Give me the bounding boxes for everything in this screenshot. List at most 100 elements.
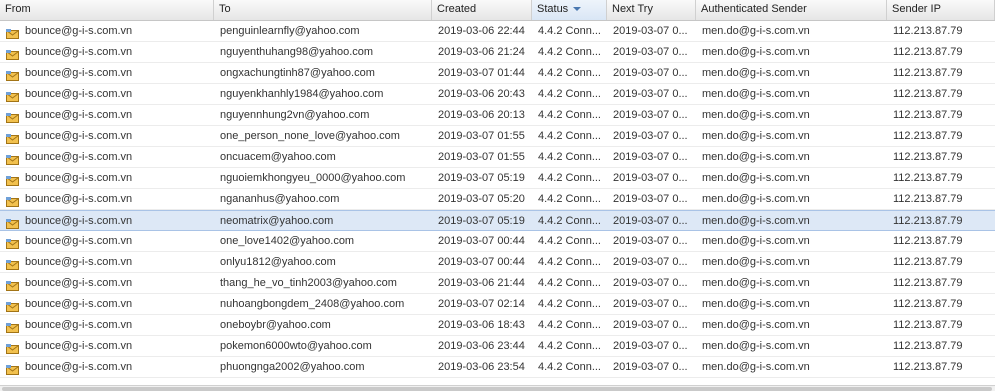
column-header-from[interactable]: From	[0, 0, 214, 20]
cell-to: nguyenkhanhly1984@yahoo.com	[220, 88, 384, 100]
table-row[interactable]: bounce@g-i-s.com.vn nguyennhung2vn@yahoo.…	[0, 105, 995, 126]
cell-from: bounce@g-i-s.com.vn	[0, 273, 214, 293]
table-row[interactable]: bounce@g-i-s.com.vn nuhoangbongdem_2408@y…	[0, 294, 995, 315]
cell-authenticated-sender: men.do@g-i-s.com.vn	[702, 172, 810, 184]
cell-sender-ip: 112.213.87.79	[893, 361, 963, 373]
cell-to: penguinlearnfly@yahoo.com	[220, 25, 360, 37]
table-row[interactable]: bounce@g-i-s.com.vn nguoiemkhongyeu_0000@…	[0, 168, 995, 189]
from-text: bounce@g-i-s.com.vn	[25, 193, 133, 205]
cell-status: 4.4.2 Conn...	[538, 298, 601, 310]
from-text: bounce@g-i-s.com.vn	[25, 235, 133, 247]
table-row[interactable]: bounce@g-i-s.com.vn neomatrix@yahoo.com 20…	[0, 210, 995, 231]
mail-queue-icon	[6, 216, 19, 229]
cell-status: 4.4.2 Conn...	[538, 25, 601, 37]
cell-authenticated-sender: men.do@g-i-s.com.vn	[702, 235, 810, 247]
from-text: bounce@g-i-s.com.vn	[25, 361, 133, 373]
cell-authenticated-sender: men.do@g-i-s.com.vn	[702, 193, 810, 205]
from-text: bounce@g-i-s.com.vn	[25, 88, 133, 100]
cell-authenticated-sender: men.do@g-i-s.com.vn	[702, 298, 810, 310]
cell-status: 4.4.2 Conn...	[538, 88, 601, 100]
cell-to: one_love1402@yahoo.com	[220, 235, 355, 247]
cell-from: bounce@g-i-s.com.vn	[0, 84, 214, 104]
cell-created: 2019-03-07 01:55	[438, 130, 525, 142]
cell-from: bounce@g-i-s.com.vn	[0, 315, 214, 335]
cell-authenticated-sender: men.do@g-i-s.com.vn	[702, 151, 810, 163]
cell-from: bounce@g-i-s.com.vn	[0, 231, 214, 251]
cell-from: bounce@g-i-s.com.vn	[0, 252, 214, 272]
table-row[interactable]: bounce@g-i-s.com.vn phuongnga2002@yahoo.c…	[0, 357, 995, 378]
cell-sender-ip: 112.213.87.79	[893, 256, 963, 268]
table-row[interactable]: bounce@g-i-s.com.vn nguyenkhanhly1984@yah…	[0, 84, 995, 105]
table-row[interactable]: bounce@g-i-s.com.vn oncuacem@yahoo.com 201…	[0, 147, 995, 168]
cell-created: 2019-03-06 23:44	[438, 340, 525, 352]
cell-created: 2019-03-06 20:43	[438, 88, 525, 100]
cell-sender-ip: 112.213.87.79	[893, 235, 963, 247]
cell-next-try: 2019-03-07 0...	[613, 361, 688, 373]
column-header-next-try[interactable]: Next Try	[607, 0, 696, 20]
cell-sender-ip: 112.213.87.79	[893, 151, 963, 163]
cell-sender-ip: 112.213.87.79	[893, 298, 963, 310]
column-header-created[interactable]: Created	[432, 0, 532, 20]
cell-to: oneboybr@yahoo.com	[220, 319, 331, 331]
cell-next-try: 2019-03-07 0...	[613, 340, 688, 352]
cell-next-try: 2019-03-07 0...	[613, 88, 688, 100]
from-text: bounce@g-i-s.com.vn	[25, 256, 133, 268]
table-row[interactable]: bounce@g-i-s.com.vn thang_he_vo_tinh2003@…	[0, 273, 995, 294]
cell-next-try: 2019-03-07 0...	[613, 151, 688, 163]
cell-status: 4.4.2 Conn...	[538, 130, 601, 142]
cell-created: 2019-03-07 01:44	[438, 67, 525, 79]
cell-next-try: 2019-03-07 0...	[613, 46, 688, 58]
table-row[interactable]: bounce@g-i-s.com.vn one_love1402@yahoo.co…	[0, 231, 995, 252]
cell-next-try: 2019-03-07 0...	[613, 256, 688, 268]
table-row[interactable]: bounce@g-i-s.com.vn onlyu1812@yahoo.com 20…	[0, 252, 995, 273]
cell-sender-ip: 112.213.87.79	[893, 88, 963, 100]
column-header-to[interactable]: To	[214, 0, 432, 20]
grid-body: bounce@g-i-s.com.vn penguinlearnfly@yahoo…	[0, 21, 995, 378]
cell-status: 4.4.2 Conn...	[538, 151, 601, 163]
cell-sender-ip: 112.213.87.79	[893, 25, 963, 37]
cell-status: 4.4.2 Conn...	[538, 172, 601, 184]
from-text: bounce@g-i-s.com.vn	[25, 25, 133, 37]
cell-created: 2019-03-07 05:19	[438, 215, 525, 227]
cell-next-try: 2019-03-07 0...	[613, 67, 688, 79]
cell-created: 2019-03-07 00:44	[438, 235, 525, 247]
horizontal-scrollbar[interactable]	[0, 385, 995, 391]
cell-to: ongxachungtinh87@yahoo.com	[220, 67, 375, 79]
cell-created: 2019-03-06 21:24	[438, 46, 525, 58]
cell-next-try: 2019-03-07 0...	[613, 25, 688, 37]
cell-sender-ip: 112.213.87.79	[893, 46, 963, 58]
column-header-status[interactable]: Status	[532, 0, 607, 20]
table-row[interactable]: bounce@g-i-s.com.vn one_person_none_love@…	[0, 126, 995, 147]
cell-to: nguyennhung2vn@yahoo.com	[220, 109, 370, 121]
cell-authenticated-sender: men.do@g-i-s.com.vn	[702, 319, 810, 331]
cell-status: 4.4.2 Conn...	[538, 109, 601, 121]
column-header-authenticated-sender[interactable]: Authenticated Sender	[696, 0, 887, 20]
mail-queue-icon	[6, 68, 19, 81]
cell-authenticated-sender: men.do@g-i-s.com.vn	[702, 109, 810, 121]
table-row[interactable]: bounce@g-i-s.com.vn ongxachungtinh87@yaho…	[0, 63, 995, 84]
cell-sender-ip: 112.213.87.79	[893, 172, 963, 184]
table-row[interactable]: bounce@g-i-s.com.vn penguinlearnfly@yahoo…	[0, 21, 995, 42]
partial-row-filler	[0, 377, 214, 385]
from-text: bounce@g-i-s.com.vn	[25, 46, 133, 58]
table-row[interactable]: bounce@g-i-s.com.vn oneboybr@yahoo.com 201…	[0, 315, 995, 336]
column-header-sender-ip[interactable]: Sender IP	[887, 0, 995, 20]
cell-to: one_person_none_love@yahoo.com	[220, 130, 400, 142]
cell-next-try: 2019-03-07 0...	[613, 277, 688, 289]
cell-to: ngananhus@yahoo.com	[220, 193, 340, 205]
cell-next-try: 2019-03-07 0...	[613, 193, 688, 205]
cell-authenticated-sender: men.do@g-i-s.com.vn	[702, 361, 810, 373]
from-text: bounce@g-i-s.com.vn	[25, 340, 133, 352]
cell-next-try: 2019-03-07 0...	[613, 109, 688, 121]
cell-created: 2019-03-07 01:55	[438, 151, 525, 163]
table-row[interactable]: bounce@g-i-s.com.vn nguyenthuhang98@yahoo…	[0, 42, 995, 63]
mail-queue-grid: From To Created Status Next Try Authenti…	[0, 0, 995, 391]
from-text: bounce@g-i-s.com.vn	[25, 151, 133, 163]
cell-from: bounce@g-i-s.com.vn	[0, 168, 214, 188]
horizontal-scrollbar-thumb[interactable]	[2, 387, 992, 391]
cell-from: bounce@g-i-s.com.vn	[0, 147, 214, 167]
cell-created: 2019-03-06 20:13	[438, 109, 525, 121]
table-row[interactable]: bounce@g-i-s.com.vn pokemon6000wto@yahoo.…	[0, 336, 995, 357]
cell-to: onlyu1812@yahoo.com	[220, 256, 336, 268]
table-row[interactable]: bounce@g-i-s.com.vn ngananhus@yahoo.com 20…	[0, 189, 995, 210]
